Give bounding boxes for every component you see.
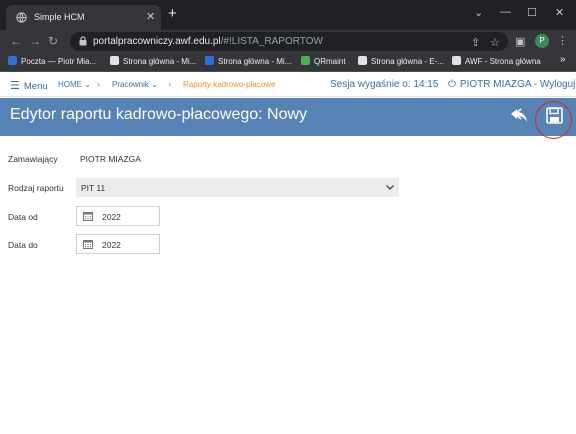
breadcrumb-label: HOME	[58, 80, 82, 89]
chevron-down-icon	[385, 184, 395, 191]
menu-label: Menu	[23, 81, 48, 92]
logout-label: PIOTR MIAZGA - Wyloguj	[459, 79, 576, 90]
url-path: /#!LISTA_RAPORTOW	[220, 36, 323, 47]
bookmark-label: Strona główna - Mi...	[218, 57, 292, 66]
more-bookmarks-button[interactable]: »	[560, 54, 566, 67]
bookmarks-bar: Poczta — Piotr Mia... Strona główna - Mi…	[0, 53, 576, 72]
new-tab-button[interactable]: +	[168, 6, 177, 21]
bookmark-label: QRmaint	[314, 57, 346, 66]
lock-icon	[79, 36, 87, 46]
breadcrumb-label: Pracownik	[112, 80, 149, 89]
page-title: Edytor raportu kadrowo-płacowego: Nowy	[10, 106, 308, 123]
app-navbar: ☰ Menu HOME ⌄ › Pracownik ⌄ › Raporty kad…	[0, 73, 576, 97]
power-icon: ⏻	[448, 79, 456, 90]
globe-icon	[16, 12, 27, 23]
chevron-down-icon: ⌄	[84, 80, 91, 89]
bookmark-item[interactable]: Poczta — Piotr Mia...	[8, 56, 96, 69]
page-header: Edytor raportu kadrowo-płacowego: Nowy	[0, 98, 576, 136]
report-type-select[interactable]: PIT 11	[76, 178, 399, 197]
tab-close-icon[interactable]: ✕	[146, 10, 155, 23]
chevron-right-icon: ›	[168, 79, 171, 89]
tab-title: Simple HCM	[34, 12, 85, 22]
chevron-right-icon: ›	[97, 79, 100, 89]
bookmark-item[interactable]: AWF - Strona główna	[452, 56, 541, 69]
share-icon[interactable]: ⇪	[471, 36, 480, 49]
breadcrumb-home[interactable]: HOME ⌄	[58, 80, 91, 89]
bookmark-star-icon[interactable]: ☆	[490, 36, 500, 49]
date-to-value: 2022	[102, 240, 121, 250]
profile-avatar[interactable]: P	[535, 34, 549, 48]
window-close-icon[interactable]: ✕	[555, 6, 564, 19]
bookmark-item[interactable]: QRmaint	[301, 56, 346, 69]
bookmark-label: Strona główna - Mi...	[123, 57, 197, 66]
bookmark-favicon-icon	[452, 56, 461, 65]
breadcrumb-pracownik[interactable]: Pracownik ⌄	[112, 80, 158, 89]
annotation-circle	[535, 101, 572, 139]
breadcrumb-current: Raporty kadrowo-płacowe	[183, 80, 276, 89]
date-to-field[interactable]: 2022	[76, 234, 160, 254]
requester-label: Zamawiający	[8, 154, 58, 164]
session-timer: Sesja wygaśnie o: 14:15	[330, 79, 439, 90]
menu-button[interactable]: ☰ Menu	[10, 79, 48, 92]
report-type-value: PIT 11	[81, 183, 106, 193]
requester-value: PIOTR MIAZGA	[80, 154, 141, 164]
forward-icon[interactable]: →	[29, 34, 41, 48]
bookmark-favicon-icon	[358, 56, 367, 65]
calendar-icon[interactable]	[83, 211, 93, 221]
date-from-field[interactable]: 2022	[76, 206, 160, 226]
side-panel-icon[interactable]: ▣	[515, 35, 525, 48]
maximize-icon[interactable]: ☐	[527, 6, 537, 19]
bookmark-favicon-icon	[110, 56, 119, 65]
bookmark-label: AWF - Strona główna	[465, 57, 541, 66]
tab-search-icon[interactable]: ⌄	[474, 6, 483, 19]
bookmark-item[interactable]: Strona główna - Mi...	[205, 56, 291, 69]
bookmark-favicon-icon	[301, 56, 310, 65]
browser-toolbar: ← → ↻ portalpracowniczy.awf.edu.pl/#!LIS…	[0, 30, 576, 53]
report-type-label: Rodzaj raportu	[8, 183, 64, 193]
bookmark-favicon-icon	[205, 56, 214, 65]
url-host: portalpracowniczy.awf.edu.pl	[93, 36, 221, 47]
address-bar[interactable]: portalpracowniczy.awf.edu.pl/#!LISTA_RAP…	[70, 32, 508, 51]
date-from-label: Data od	[8, 212, 38, 222]
minimize-icon[interactable]: —	[500, 6, 511, 18]
date-to-label: Data do	[8, 240, 38, 250]
hamburger-icon: ☰	[10, 80, 20, 92]
bookmark-label: Poczta — Piotr Mia...	[21, 57, 97, 66]
reload-icon[interactable]: ↻	[48, 34, 58, 48]
bookmark-label: Strona główna - E-...	[371, 57, 444, 66]
date-from-value: 2022	[102, 212, 121, 222]
back-icon[interactable]: ←	[10, 34, 22, 48]
back-reply-icon[interactable]	[510, 107, 530, 124]
calendar-icon[interactable]	[83, 239, 93, 249]
browser-tab-strip: Simple HCM ✕ + ⌄ — ☐ ✕	[0, 0, 576, 30]
url-text: portalpracowniczy.awf.edu.pl/#!LISTA_RAP…	[93, 36, 323, 47]
bookmark-item[interactable]: Strona główna - E-...	[358, 56, 444, 69]
browser-tab[interactable]: Simple HCM ✕	[6, 5, 161, 30]
bookmark-favicon-icon	[8, 56, 17, 65]
bookmark-item[interactable]: Strona główna - Mi...	[110, 56, 196, 69]
logout-link[interactable]: ⏻ PIOTR MIAZGA - Wyloguj	[448, 79, 575, 90]
chevron-down-icon: ⌄	[151, 80, 158, 89]
kebab-menu-icon[interactable]: ⋮	[557, 34, 568, 47]
